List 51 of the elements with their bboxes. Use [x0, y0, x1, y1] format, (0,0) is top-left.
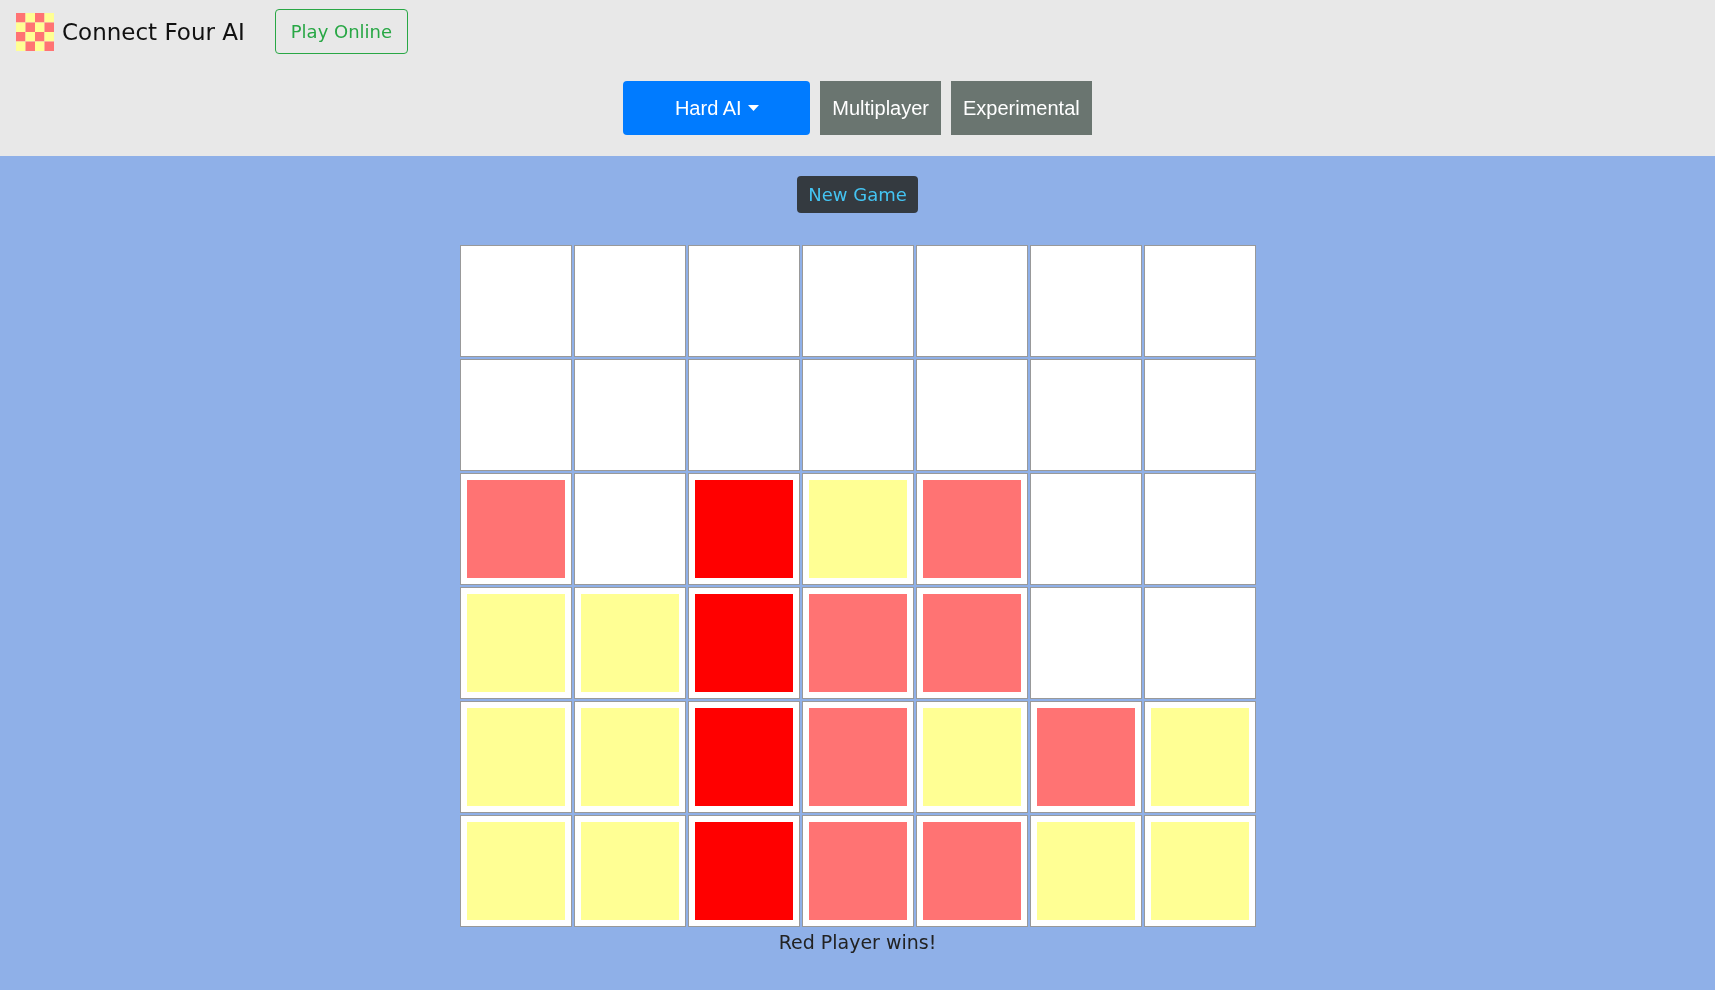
board-cell[interactable] — [1143, 587, 1256, 699]
board-cell[interactable] — [687, 701, 800, 813]
board-cell[interactable] — [687, 245, 800, 357]
board-cell[interactable] — [915, 245, 1028, 357]
app-title: Connect Four AI — [62, 18, 245, 45]
board-cell[interactable] — [573, 245, 686, 357]
board-cell[interactable] — [801, 245, 914, 357]
board-cell[interactable] — [687, 359, 800, 471]
board-cell[interactable] — [1143, 473, 1256, 585]
board-cell[interactable] — [915, 701, 1028, 813]
board-cell[interactable] — [1143, 245, 1256, 357]
board-cell[interactable] — [573, 359, 686, 471]
board-cell[interactable] — [915, 815, 1028, 927]
board-cell[interactable] — [1029, 587, 1142, 699]
board-cell[interactable] — [459, 473, 572, 585]
new-game-button[interactable]: New Game — [797, 176, 918, 213]
board-cell[interactable] — [459, 359, 572, 471]
board-cell[interactable] — [801, 359, 914, 471]
board-cell[interactable] — [573, 701, 686, 813]
board-cell[interactable] — [573, 815, 686, 927]
play-online-button[interactable]: Play Online — [274, 9, 409, 54]
board-cell[interactable] — [1143, 701, 1256, 813]
board-cell[interactable] — [1029, 473, 1142, 585]
board-cell[interactable] — [459, 815, 572, 927]
board-cell[interactable] — [915, 587, 1028, 699]
board-cell[interactable] — [459, 587, 572, 699]
mode-button[interactable]: Hard AI — [623, 81, 811, 135]
board-cell[interactable] — [1143, 359, 1256, 471]
board-cell[interactable] — [801, 587, 914, 699]
checkered-logo-icon — [16, 12, 54, 51]
board-cell[interactable] — [687, 473, 800, 585]
board-cell[interactable] — [1143, 815, 1256, 927]
board-cell[interactable] — [801, 473, 914, 585]
board-cell[interactable] — [573, 587, 686, 699]
game-status: Red Player wins! — [778, 931, 937, 953]
board-cell[interactable] — [687, 587, 800, 699]
board-cell[interactable] — [915, 473, 1028, 585]
board-cell[interactable] — [573, 473, 686, 585]
mode-button[interactable]: Experimental — [951, 81, 1092, 135]
board-cell[interactable] — [1029, 245, 1142, 357]
mode-button[interactable]: Multiplayer — [820, 81, 941, 135]
board-cell[interactable] — [687, 815, 800, 927]
board-cell[interactable] — [1029, 701, 1142, 813]
board-cell[interactable] — [801, 701, 914, 813]
board-cell[interactable] — [1029, 359, 1142, 471]
board-cell[interactable] — [915, 359, 1028, 471]
board-cell[interactable] — [1029, 815, 1142, 927]
board-cell[interactable] — [459, 245, 572, 357]
board-cell[interactable] — [801, 815, 914, 927]
caret-icon — [747, 105, 759, 111]
board-cell[interactable] — [459, 701, 572, 813]
